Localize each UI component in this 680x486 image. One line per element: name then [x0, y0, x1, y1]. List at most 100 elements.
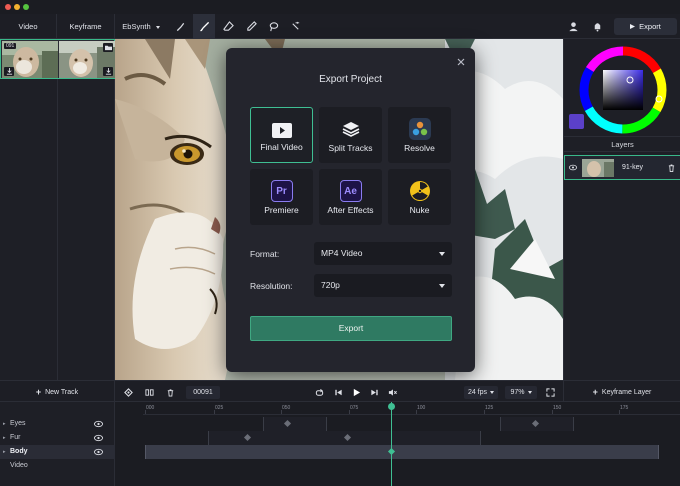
skip-forward-button[interactable]	[366, 381, 382, 403]
track-clip[interactable]	[263, 417, 327, 431]
chevron-down-icon	[527, 390, 532, 394]
ruler-label: 100	[417, 405, 426, 411]
trash-icon	[167, 388, 173, 397]
playhead[interactable]	[391, 402, 392, 486]
new-track-button[interactable]: + New Track	[0, 381, 115, 403]
keyframe-thumbnail-strip[interactable]: 091	[0, 39, 115, 79]
open-folder-button[interactable]	[103, 43, 113, 52]
chevron-down-icon	[490, 390, 495, 394]
magic-wand-tool-button[interactable]	[284, 14, 306, 39]
chevron-right-icon[interactable]: ▸	[3, 417, 6, 431]
layers-icon	[340, 118, 362, 140]
brush-tool-button[interactable]	[193, 14, 215, 39]
play-button[interactable]	[348, 381, 364, 403]
time-ruler[interactable]: 000 025 050 075 100 125 150 175	[143, 402, 680, 415]
chevron-right-icon[interactable]: ▸	[3, 431, 6, 445]
split-button[interactable]	[141, 381, 157, 403]
mode-select[interactable]: EbSynth	[115, 14, 167, 39]
eye-icon[interactable]	[94, 434, 103, 442]
speaker-muted-icon	[388, 388, 397, 396]
eraser-tool-button[interactable]	[217, 14, 239, 39]
frame-counter[interactable]: 00091	[186, 386, 220, 399]
brush-icon	[199, 21, 209, 32]
playhead-handle[interactable]	[388, 403, 395, 410]
eyedropper-tool-button[interactable]	[240, 14, 262, 39]
option-after-effects[interactable]: Ae After Effects	[319, 169, 382, 225]
notifications-button[interactable]	[586, 14, 608, 39]
delete-button[interactable]	[162, 381, 178, 403]
close-icon[interactable]	[455, 56, 467, 68]
eye-icon[interactable]	[94, 420, 103, 428]
format-select[interactable]: MP4 Video	[314, 242, 452, 265]
option-resolve[interactable]: Resolve	[388, 107, 451, 163]
track-row-eyes[interactable]: ▸ Eyes	[0, 417, 115, 431]
layer-row[interactable]: 91-key	[564, 155, 680, 180]
trash-icon[interactable]	[668, 164, 675, 172]
chevron-down-icon	[439, 252, 445, 256]
tab-keyframe[interactable]: Keyframe	[57, 14, 115, 39]
tab-video[interactable]: Video	[0, 14, 57, 39]
current-color-swatch[interactable]	[569, 114, 584, 129]
split-icon	[144, 388, 154, 396]
option-premiere[interactable]: Pr Premiere	[250, 169, 313, 225]
export-dialog: Export Project Final Video Split Tracks …	[226, 48, 475, 372]
timeline-area[interactable]: 000 025 050 075 100 125 150 175	[143, 402, 680, 486]
plus-icon: +	[592, 387, 598, 397]
resolution-select[interactable]: 720p	[314, 274, 452, 297]
color-wheel[interactable]	[578, 45, 668, 135]
lasso-icon	[269, 22, 278, 32]
option-nuke[interactable]: Nuke	[388, 169, 451, 225]
skip-back-button[interactable]	[330, 381, 346, 403]
download-keyframe-button[interactable]	[103, 67, 113, 76]
resolution-label: Resolution:	[250, 281, 293, 291]
eye-icon[interactable]	[94, 448, 103, 456]
skip-forward-icon	[370, 389, 378, 395]
zoom-value: 97%	[510, 389, 525, 396]
layer-name: 91-key	[622, 164, 644, 171]
lasso-tool-button[interactable]	[262, 14, 284, 39]
option-label: Split Tracks	[328, 143, 373, 153]
track-row-body[interactable]: ▸ Body	[0, 445, 115, 459]
premiere-icon-text: Pr	[276, 185, 287, 197]
maximize-window-button[interactable]	[23, 4, 29, 10]
minimize-window-button[interactable]	[14, 4, 20, 10]
expand-icon	[545, 387, 555, 397]
play-icon	[630, 24, 636, 29]
folder-icon	[104, 45, 112, 51]
option-label: Final Video	[260, 142, 303, 152]
fps-select[interactable]: 24 fps	[464, 386, 498, 399]
format-value: MP4 Video	[321, 248, 363, 258]
download-icon	[105, 68, 111, 75]
right-panel: Layers 91-key	[563, 39, 680, 380]
keyframe-thumbnail[interactable]	[59, 41, 115, 78]
zoom-select[interactable]: 97%	[505, 386, 537, 399]
smudge-tool-button[interactable]	[169, 14, 191, 39]
user-account-button[interactable]	[562, 14, 584, 39]
magic-wand-icon	[291, 21, 299, 30]
eye-icon[interactable]	[569, 164, 577, 171]
close-window-button[interactable]	[5, 4, 11, 10]
top-toolbar: Video Keyframe EbSynth Export	[0, 14, 680, 39]
fit-timeline-button[interactable]	[542, 381, 558, 403]
export-confirm-button[interactable]: Export	[250, 316, 452, 341]
add-keyframe-button[interactable]	[120, 381, 136, 403]
new-track-label: New Track	[45, 388, 79, 396]
track-row-fur[interactable]: ▸ Fur	[0, 431, 115, 445]
track-row-video[interactable]: Video	[0, 459, 115, 473]
track-clip[interactable]	[145, 445, 659, 459]
ruler-label: 150	[553, 405, 562, 411]
option-label: After Effects	[327, 205, 374, 215]
loop-button[interactable]	[311, 381, 327, 403]
nuke-icon	[409, 180, 431, 202]
chevron-down-icon	[155, 25, 160, 29]
export-button[interactable]: Export	[614, 18, 677, 35]
mute-button[interactable]	[384, 381, 400, 403]
track-name: Fur	[10, 434, 21, 441]
option-split-tracks[interactable]: Split Tracks	[319, 107, 382, 163]
option-final-video[interactable]: Final Video	[250, 107, 313, 163]
keyframe-layer-button[interactable]: + Keyframe Layer	[563, 381, 680, 403]
keyframe-thumbnail[interactable]: 091	[2, 41, 58, 78]
ruler-label: 175	[620, 405, 629, 411]
download-keyframe-button[interactable]	[4, 67, 14, 76]
chevron-right-icon[interactable]: ▸	[3, 445, 6, 459]
